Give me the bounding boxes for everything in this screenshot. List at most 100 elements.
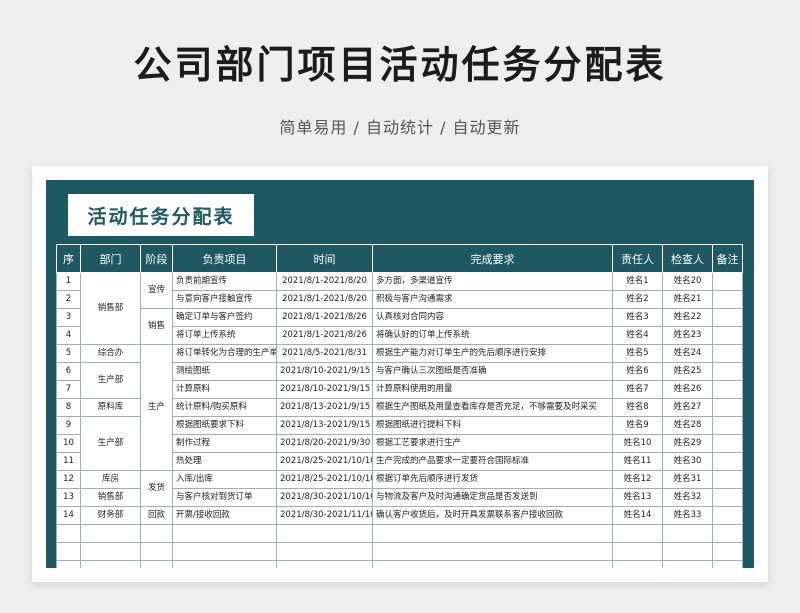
cell-department[interactable]: 原料库	[80, 398, 141, 417]
cell-owner[interactable]: 姓名9	[612, 416, 663, 435]
cell-index[interactable]: 1	[56, 272, 81, 291]
cell-index[interactable]: 6	[56, 362, 81, 381]
empty-cell[interactable]	[372, 560, 613, 568]
cell-owner[interactable]: 姓名13	[612, 488, 663, 507]
cell-stage[interactable]: 宣传	[140, 272, 173, 309]
header-checker[interactable]: 检查人	[662, 244, 713, 273]
cell-index[interactable]: 12	[56, 470, 81, 489]
cell-owner[interactable]: 姓名11	[612, 452, 663, 471]
empty-cell[interactable]	[662, 524, 713, 543]
cell-requirement[interactable]: 根据工艺要求进行生产	[372, 434, 613, 453]
cell-project[interactable]: 与客户核对到货订单	[172, 488, 277, 507]
empty-cell[interactable]	[56, 524, 81, 543]
empty-cell[interactable]	[276, 524, 373, 543]
cell-project[interactable]: 将订单转化为合理的生产单	[172, 344, 277, 363]
cell-owner[interactable]: 姓名6	[612, 362, 663, 381]
cell-department[interactable]: 销售部	[80, 272, 141, 345]
cell-time[interactable]: 2021/8/1-2021/8/20	[276, 290, 373, 309]
empty-cell[interactable]	[80, 542, 141, 561]
cell-requirement[interactable]: 与物流及客户及时沟通确定货品是否发送到	[372, 488, 613, 507]
cell-time[interactable]: 2021/8/10-2021/9/15	[276, 362, 373, 381]
header-stage[interactable]: 阶段	[140, 244, 173, 273]
empty-cell[interactable]	[172, 524, 277, 543]
cell-index[interactable]: 9	[56, 416, 81, 435]
header-note[interactable]: 备注	[712, 244, 743, 273]
cell-owner[interactable]: 姓名4	[612, 326, 663, 345]
empty-cell[interactable]	[612, 524, 663, 543]
cell-department[interactable]: 生产部	[80, 362, 141, 399]
cell-note[interactable]	[712, 290, 743, 309]
empty-cell[interactable]	[372, 542, 613, 561]
cell-index[interactable]: 13	[56, 488, 81, 507]
cell-time[interactable]: 2021/8/20-2021/9/30	[276, 434, 373, 453]
empty-cell[interactable]	[276, 560, 373, 568]
cell-time[interactable]: 2021/8/1-2021/8/26	[276, 326, 373, 345]
cell-department[interactable]: 库房	[80, 470, 141, 489]
cell-requirement[interactable]: 根据生产能力对订单生产的先后顺序进行安排	[372, 344, 613, 363]
cell-checker[interactable]: 姓名20	[662, 272, 713, 291]
cell-index[interactable]: 4	[56, 326, 81, 345]
empty-cell[interactable]	[172, 542, 277, 561]
header-project[interactable]: 负责项目	[172, 244, 277, 273]
cell-requirement[interactable]: 生产完成的产品要求一定要符合国际标准	[372, 452, 613, 471]
cell-owner[interactable]: 姓名8	[612, 398, 663, 417]
empty-cell[interactable]	[80, 524, 141, 543]
cell-note[interactable]	[712, 470, 743, 489]
empty-cell[interactable]	[276, 542, 373, 561]
cell-project[interactable]: 开票/接收回款	[172, 506, 277, 525]
cell-owner[interactable]: 姓名7	[612, 380, 663, 399]
cell-project[interactable]: 确定订单与客户签约	[172, 308, 277, 327]
cell-index[interactable]: 3	[56, 308, 81, 327]
empty-cell[interactable]	[140, 560, 173, 568]
empty-cell[interactable]	[140, 524, 173, 543]
cell-project[interactable]: 计算原料	[172, 380, 277, 399]
cell-note[interactable]	[712, 506, 743, 525]
cell-department[interactable]: 销售部	[80, 488, 141, 507]
cell-note[interactable]	[712, 380, 743, 399]
empty-cell[interactable]	[662, 560, 713, 568]
cell-requirement[interactable]: 认真核对合同内容	[372, 308, 613, 327]
cell-time[interactable]: 2021/8/30-2021/10/10	[276, 488, 373, 507]
empty-cell[interactable]	[56, 542, 81, 561]
cell-index[interactable]: 5	[56, 344, 81, 363]
cell-owner[interactable]: 姓名14	[612, 506, 663, 525]
cell-checker[interactable]: 姓名24	[662, 344, 713, 363]
cell-note[interactable]	[712, 308, 743, 327]
header-department[interactable]: 部门	[80, 244, 141, 273]
empty-cell[interactable]	[612, 542, 663, 561]
cell-checker[interactable]: 姓名30	[662, 452, 713, 471]
empty-cell[interactable]	[80, 560, 141, 568]
cell-index[interactable]: 7	[56, 380, 81, 399]
cell-index[interactable]: 14	[56, 506, 81, 525]
cell-owner[interactable]: 姓名12	[612, 470, 663, 489]
header-requirement[interactable]: 完成要求	[372, 244, 613, 273]
cell-time[interactable]: 2021/8/30-2021/11/10	[276, 506, 373, 525]
cell-time[interactable]: 2021/8/13-2021/9/15	[276, 416, 373, 435]
cell-project[interactable]: 热处理	[172, 452, 277, 471]
cell-requirement[interactable]: 将确认好的订单上传系统	[372, 326, 613, 345]
empty-cell[interactable]	[172, 560, 277, 568]
cell-time[interactable]: 2021/8/1-2021/8/20	[276, 272, 373, 291]
cell-index[interactable]: 8	[56, 398, 81, 417]
empty-cell[interactable]	[662, 542, 713, 561]
empty-cell[interactable]	[56, 560, 81, 568]
cell-project[interactable]: 入库/出库	[172, 470, 277, 489]
cell-checker[interactable]: 姓名28	[662, 416, 713, 435]
cell-note[interactable]	[712, 416, 743, 435]
cell-note[interactable]	[712, 344, 743, 363]
cell-checker[interactable]: 姓名31	[662, 470, 713, 489]
cell-note[interactable]	[712, 398, 743, 417]
cell-project[interactable]: 与意向客户接触宣传	[172, 290, 277, 309]
cell-department[interactable]: 生产部	[80, 416, 141, 471]
cell-stage[interactable]: 销售	[140, 308, 173, 345]
cell-department[interactable]: 财务部	[80, 506, 141, 525]
cell-time[interactable]: 2021/8/25-2021/10/10	[276, 452, 373, 471]
cell-requirement[interactable]: 根据生产图纸及用量查看库存是否充足，不够需要及时采买	[372, 398, 613, 417]
cell-owner[interactable]: 姓名5	[612, 344, 663, 363]
cell-note[interactable]	[712, 362, 743, 381]
cell-project[interactable]: 制作过程	[172, 434, 277, 453]
empty-cell[interactable]	[712, 524, 743, 543]
cell-project[interactable]: 根据图纸要求下料	[172, 416, 277, 435]
empty-cell[interactable]	[372, 524, 613, 543]
cell-time[interactable]: 2021/8/25-2021/10/10	[276, 470, 373, 489]
